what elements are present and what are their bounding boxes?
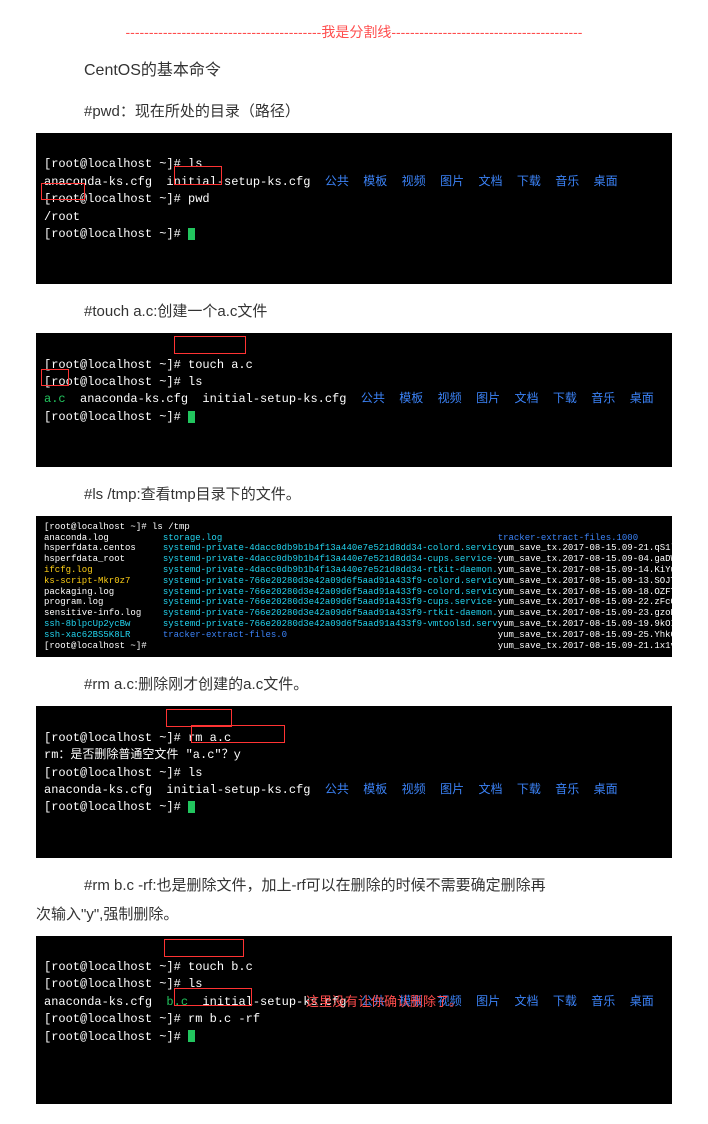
terminal-touch: [root@localhost ~]# touch a.c [root@loca…	[36, 333, 672, 467]
term-line: [root@localhost ~]# ls	[44, 157, 202, 171]
terminal-rmrf: [root@localhost ~]# touch b.c [root@loca…	[36, 936, 672, 1105]
term-line: [root@localhost ~]# rm a.c	[44, 731, 231, 745]
terminal-rm: [root@localhost ~]# rm a.c rm：是否删除普通空文件 …	[36, 706, 672, 857]
term-line: [root@localhost ~]# touch b.c	[44, 960, 253, 974]
highlight-box	[166, 709, 232, 727]
term-line-dirs: 公共 模板 视频 图片 文档 下载 音乐 桌面	[310, 175, 617, 189]
highlight-box	[164, 939, 244, 957]
terminal-lstmp: [root@localhost ~]# ls /tmp anaconda.log…	[36, 516, 672, 658]
page-title: CentOS的基本命令	[84, 56, 692, 80]
term-line: rm：是否删除普通空文件 "a.c"？y	[44, 748, 241, 762]
divider-line: ----------------------------------------…	[16, 22, 692, 42]
term-line: [root@localhost ~]# ls	[44, 375, 202, 389]
term-file: b.c	[166, 995, 188, 1009]
term-line-dirs: 公共 模板 视频 图片 文档 下载 音乐 桌面	[346, 392, 653, 406]
desc-rmrf-1: #rm b.c -rf:也是删除文件，加上-rf可以在删除的时候不需要确定删除再	[84, 872, 692, 899]
term-line: anaconda-ks.cfg	[44, 995, 166, 1009]
cursor-icon	[188, 228, 195, 240]
term-line: [root@localhost ~]# ls	[44, 766, 202, 780]
highlight-box	[174, 336, 246, 354]
annotation-text: 这里没有让你确认删除了。	[306, 994, 462, 1013]
desc-rm: #rm a.c:删除刚才创建的a.c文件。	[84, 671, 692, 698]
term-line: anaconda-ks.cfg initial-setup-ks.cfg	[44, 783, 310, 797]
cursor-icon	[188, 801, 195, 813]
term-line: [root@localhost ~]# pwd	[44, 192, 210, 206]
cursor-icon	[188, 1030, 195, 1042]
term-file: a.c	[44, 392, 66, 406]
term-line: [root@localhost ~]# rm b.c -rf	[44, 1012, 260, 1026]
term-line-dirs: 公共 模板 视频 图片 文档 下载 音乐 桌面	[310, 783, 617, 797]
term-line: [root@localhost ~]#	[44, 227, 188, 241]
desc-rmrf-2: 次输入"y",强制删除。	[36, 901, 692, 928]
term-line: [root@localhost ~]# ls	[44, 977, 202, 991]
term-line: [root@localhost ~]#	[44, 1030, 188, 1044]
term-line: /root	[44, 210, 80, 224]
term-line: [root@localhost ~]#	[44, 800, 188, 814]
term-line: anaconda-ks.cfg initial-setup-ks.cfg	[44, 175, 310, 189]
term-line: [root@localhost ~]#	[44, 410, 188, 424]
cursor-icon	[188, 411, 195, 423]
terminal-pwd: [root@localhost ~]# ls anaconda-ks.cfg i…	[36, 133, 672, 284]
desc-lstmp: #ls /tmp:查看tmp目录下的文件。	[84, 481, 692, 508]
term-line: anaconda-ks.cfg initial-setup-ks.cfg	[66, 392, 347, 406]
desc-touch: #touch a.c:创建一个a.c文件	[84, 298, 692, 325]
term-line: [root@localhost ~]# touch a.c	[44, 358, 253, 372]
desc-pwd: #pwd：现在所处的目录（路径）	[84, 98, 692, 125]
